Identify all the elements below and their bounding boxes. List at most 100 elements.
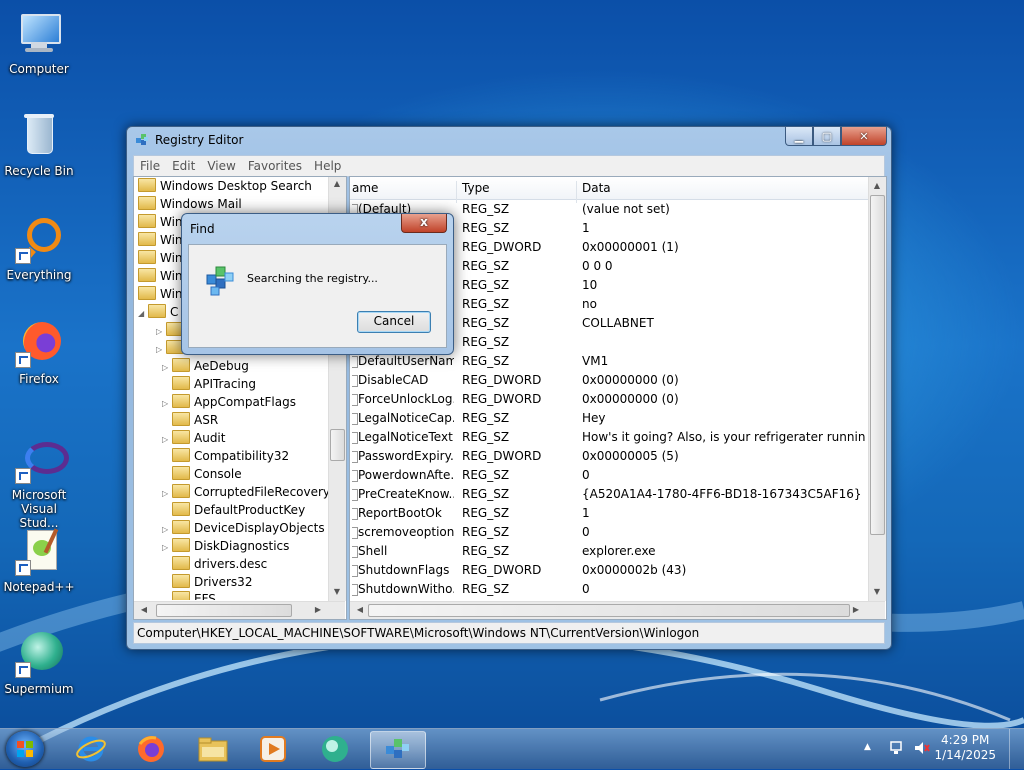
- show-hidden-icons-arrow-icon[interactable]: ▲: [864, 742, 876, 752]
- desktop-icon-recycle-bin[interactable]: Recycle Bin: [2, 112, 76, 178]
- taskbar-media-player[interactable]: [246, 731, 300, 767]
- column-header-type[interactable]: Type: [462, 181, 490, 195]
- registry-value-row[interactable]: ForceUnlockLog... REG_DWORD 0x00000000 (0): [350, 390, 868, 409]
- menu-favorites[interactable]: Favorites: [242, 156, 308, 176]
- registry-value-row[interactable]: PreCreateKnow... REG_SZ {A520A1A4-1780-4FF…: [350, 485, 868, 504]
- list-vertical-scrollbar[interactable]: ▲ ▼: [868, 177, 886, 601]
- tree-item[interactable]: drivers.desc: [162, 555, 267, 573]
- list-hscroll-thumb[interactable]: [368, 604, 850, 617]
- desktop-icon-everything[interactable]: Everything: [2, 216, 76, 282]
- minimize-button[interactable]: ▁: [785, 127, 813, 146]
- registry-value-row[interactable]: PowerdownAfte... REG_SZ 0: [350, 466, 868, 485]
- tree-scroll-thumb[interactable]: [330, 429, 345, 461]
- registry-value-row[interactable]: DisableCAD REG_DWORD 0x00000000 (0): [350, 371, 868, 390]
- taskbar-supermium[interactable]: [308, 731, 362, 767]
- volume-muted-icon[interactable]: [914, 741, 930, 755]
- firefox-icon: [15, 320, 63, 368]
- value-name: ShutdownWitho...: [358, 582, 454, 596]
- scroll-down-arrow-icon[interactable]: ▼: [869, 587, 885, 596]
- folder-icon: [138, 214, 156, 228]
- tree-item-expanded[interactable]: ◢ C: [138, 303, 178, 321]
- tree-item[interactable]: Windows Mail: [138, 195, 242, 213]
- menu-help[interactable]: Help: [308, 156, 347, 176]
- desktop-icon-supermium[interactable]: Supermium: [2, 630, 76, 696]
- menu-view[interactable]: View: [201, 156, 241, 176]
- tree-horizontal-scrollbar[interactable]: ◀ ▶: [134, 601, 345, 619]
- taskbar-registry-editor[interactable]: [370, 731, 426, 769]
- everything-icon: [15, 216, 63, 264]
- scroll-right-arrow-icon[interactable]: ▶: [310, 605, 326, 614]
- registry-value-row[interactable]: scremoveoption REG_SZ 0: [350, 523, 868, 542]
- value-data: 10: [582, 278, 598, 292]
- menu-file[interactable]: File: [134, 156, 166, 176]
- registry-value-row[interactable]: LegalNoticeText REG_SZ How's it going? Als…: [350, 428, 868, 447]
- value-name: LegalNoticeCap...: [358, 411, 454, 425]
- value-data: COLLABNET: [582, 316, 654, 330]
- start-button[interactable]: [6, 731, 44, 767]
- desktop-icon-visual-studio[interactable]: Microsoft Visual Stud...: [2, 436, 76, 530]
- registry-value-row[interactable]: PasswordExpiry... REG_DWORD 0x00000005 (5): [350, 447, 868, 466]
- tree-hscroll-thumb[interactable]: [156, 604, 292, 617]
- tree-item[interactable]: Win: [138, 213, 183, 231]
- folder-icon: [138, 178, 156, 192]
- maximize-button[interactable]: ▢: [813, 127, 841, 146]
- desktop-icon-firefox[interactable]: Firefox: [2, 320, 76, 386]
- computer-icon: [15, 10, 63, 58]
- dialog-close-button[interactable]: x: [401, 214, 447, 233]
- value-data: 0: [582, 525, 590, 539]
- title-bar[interactable]: Registry Editor ▁ ▢ ✕: [127, 127, 891, 153]
- list-horizontal-scrollbar[interactable]: ◀ ▶: [350, 601, 885, 619]
- tree-item[interactable]: ▷ DeviceDisplayObjects: [162, 519, 325, 537]
- folder-icon: [172, 466, 190, 480]
- column-header-data[interactable]: Data: [582, 181, 611, 195]
- registry-value-row[interactable]: ReportBootOk REG_SZ 1: [350, 504, 868, 523]
- close-button[interactable]: ✕: [841, 127, 887, 146]
- scroll-left-arrow-icon[interactable]: ◀: [136, 605, 152, 614]
- show-desktop-button[interactable]: [1009, 729, 1024, 769]
- tree-item[interactable]: ▷ DiskDiagnostics: [162, 537, 289, 555]
- tree-item[interactable]: Win: [138, 267, 183, 285]
- value-data: VM1: [582, 354, 609, 368]
- system-clock[interactable]: 4:29 PM 1/14/2025: [934, 733, 996, 763]
- tree-item[interactable]: Win: [138, 231, 183, 249]
- tree-item[interactable]: ▷ CorruptedFileRecovery: [162, 483, 330, 501]
- tree-item[interactable]: Win: [138, 249, 183, 267]
- scroll-down-arrow-icon[interactable]: ▼: [329, 587, 345, 596]
- taskbar-internet-explorer[interactable]: [64, 731, 118, 767]
- menu-edit[interactable]: Edit: [166, 156, 201, 176]
- registry-value-row[interactable]: Shell REG_SZ explorer.exe: [350, 542, 868, 561]
- folder-icon: [172, 502, 190, 516]
- tree-item[interactable]: Windows Desktop Search: [138, 177, 312, 195]
- tree-item[interactable]: Console: [162, 465, 242, 483]
- tree-item[interactable]: Win: [138, 285, 183, 303]
- registry-value-row[interactable]: LegalNoticeCap... REG_SZ Hey: [350, 409, 868, 428]
- tree-item[interactable]: EFS: [162, 590, 216, 600]
- value-type: REG_SZ: [462, 297, 510, 311]
- value-name: ForceUnlockLog...: [358, 392, 454, 406]
- column-header-name[interactable]: ame: [352, 181, 378, 195]
- value-data: (value not set): [582, 202, 670, 216]
- shortcut-arrow-icon: [15, 248, 31, 264]
- tree-item[interactable]: ▷ AeDebug: [162, 357, 249, 375]
- tree-item[interactable]: ▷ Audit: [162, 429, 225, 447]
- network-icon[interactable]: [890, 741, 906, 755]
- registry-value-row[interactable]: ShutdownWitho... REG_SZ 0: [350, 580, 868, 599]
- scroll-left-arrow-icon[interactable]: ◀: [352, 605, 368, 614]
- scroll-up-arrow-icon[interactable]: ▲: [869, 181, 885, 190]
- registry-value-row[interactable]: ShutdownFlags REG_DWORD 0x0000002b (43): [350, 561, 868, 580]
- desktop-icon-computer[interactable]: Computer: [2, 10, 76, 76]
- tree-item[interactable]: ASR: [162, 411, 218, 429]
- list-scroll-thumb[interactable]: [870, 195, 885, 535]
- tree-item[interactable]: DefaultProductKey: [162, 501, 305, 519]
- tree-item[interactable]: Compatibility32: [162, 447, 289, 465]
- taskbar-firefox[interactable]: [124, 731, 178, 767]
- tree-item[interactable]: APITracing: [162, 375, 256, 393]
- taskbar-file-explorer[interactable]: [186, 731, 240, 767]
- cancel-button[interactable]: Cancel: [357, 311, 431, 333]
- tree-item[interactable]: Drivers32: [162, 573, 252, 591]
- tree-item[interactable]: ▷ AppCompatFlags: [162, 393, 296, 411]
- desktop-icon-notepad-plus-plus[interactable]: Notepad++: [2, 528, 76, 594]
- scroll-right-arrow-icon[interactable]: ▶: [848, 605, 864, 614]
- scroll-up-arrow-icon[interactable]: ▲: [329, 179, 345, 188]
- value-type: REG_SZ: [462, 582, 510, 596]
